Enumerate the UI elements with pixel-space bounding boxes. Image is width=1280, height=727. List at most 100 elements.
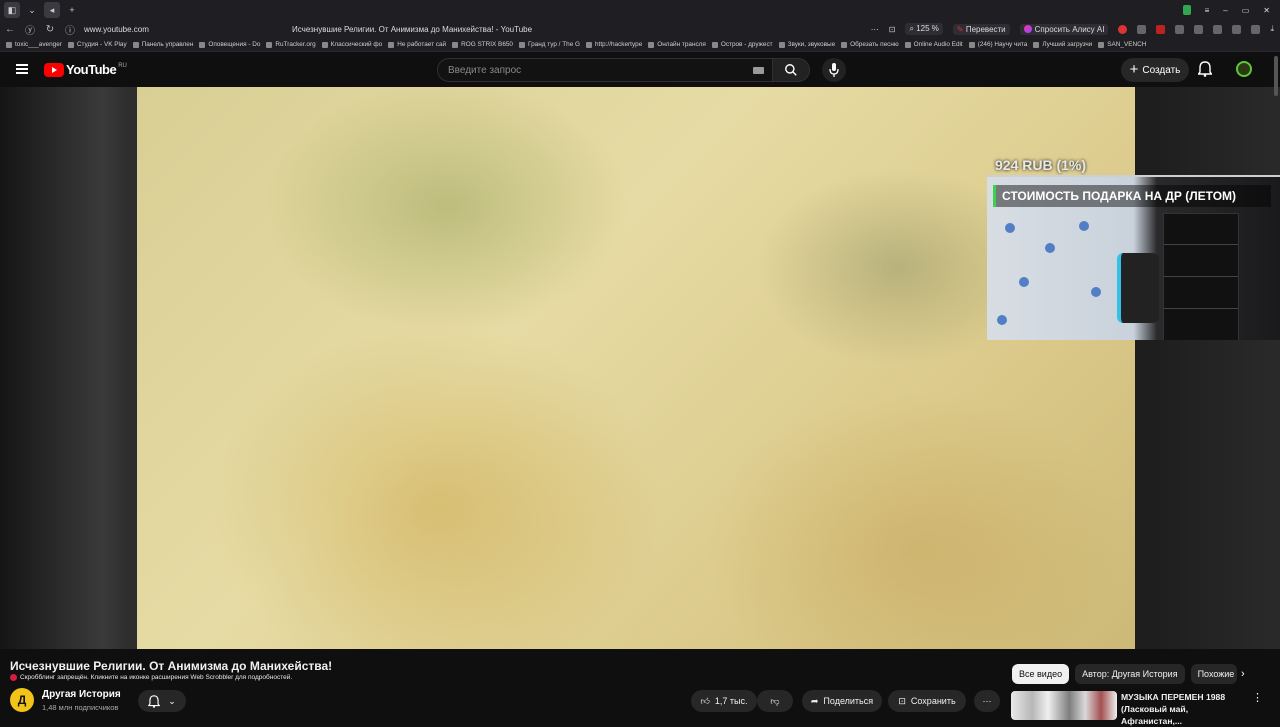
yandex-icon[interactable]: ⓨ xyxy=(20,22,40,37)
alice-button[interactable]: Спросить Алису AI xyxy=(1019,23,1109,35)
bookmark-label: (246) Научу чита xyxy=(977,41,1028,48)
logo-text: YouTube xyxy=(66,62,117,77)
bookmark-favicon-icon xyxy=(586,41,592,48)
extension-icon[interactable] xyxy=(1232,24,1242,34)
search-button[interactable] xyxy=(772,58,810,82)
subscriber-count: 1,48 млн подписчиков xyxy=(42,703,119,712)
notifications-button[interactable] xyxy=(1197,61,1213,82)
extension-icon[interactable] xyxy=(1213,24,1223,34)
search-input[interactable]: Введите запрос xyxy=(437,58,773,82)
site-info-icon[interactable]: ⓘ xyxy=(60,22,80,37)
bookmark-item[interactable]: Оповещения - Do xyxy=(199,41,260,48)
chip-1[interactable]: Автор: Другая История xyxy=(1075,664,1185,684)
scrobbler-notice[interactable]: Скробблинг запрещён. Кликните на иконке … xyxy=(10,674,292,681)
like-button[interactable]: 👍︎ 1,7 тыс. xyxy=(691,690,757,712)
more-icon[interactable]: ⋯ xyxy=(871,25,879,34)
bookmark-label: toxic___avenger xyxy=(15,41,62,48)
bookmark-favicon-icon xyxy=(518,41,525,48)
extension-icon[interactable] xyxy=(1156,24,1166,34)
downloads-icon[interactable]: ⤓ xyxy=(1270,24,1274,34)
video-info: Исчезнувшие Религии. От Анимизма до Мани… xyxy=(0,649,1280,726)
translate-button[interactable]: ✎ Перевести xyxy=(952,23,1010,35)
menu-icon[interactable]: ≡ xyxy=(1205,6,1210,15)
sidebar-toggle-icon[interactable]: ◧ xyxy=(4,2,20,18)
bookmark-item[interactable]: Звуки, звуковые xyxy=(778,41,836,48)
url-field[interactable]: www.youtube.com xyxy=(84,25,149,34)
close-window-icon[interactable]: ✕ xyxy=(1263,6,1270,15)
bookmark-item[interactable]: Лучший загрузчи xyxy=(1033,41,1092,48)
bookmark-item[interactable]: RuTracker.org xyxy=(266,41,316,48)
page-scrollbar[interactable] xyxy=(1274,56,1278,656)
bookmark-item[interactable]: Не работает сай xyxy=(388,41,446,48)
bookmark-label: Online Audio Edit xyxy=(913,41,963,48)
back-icon[interactable]: ← xyxy=(0,24,20,35)
bookmark-item[interactable]: SAN_VENCH xyxy=(1098,41,1146,48)
more-icon: ⋯ xyxy=(982,695,992,706)
plus-icon: + xyxy=(1129,61,1139,78)
bookmark-label: RuTracker.org xyxy=(275,41,316,48)
tab-list-icon[interactable]: ⌄ xyxy=(24,2,40,18)
bookmark-item[interactable]: Online Audio Edit xyxy=(904,41,963,48)
channel-name[interactable]: Другая История xyxy=(42,689,121,700)
extension-icon[interactable] xyxy=(1194,24,1204,34)
chip-0[interactable]: Все видео xyxy=(1012,664,1070,684)
bookmark-favicon-icon xyxy=(452,41,459,48)
bookmark-label: ROG STRIX B650 xyxy=(461,41,513,48)
save-button[interactable]: ⊡ Сохранить xyxy=(888,690,966,712)
extension-icon[interactable] xyxy=(1118,24,1128,34)
bookmark-item[interactable]: Онлайн трансля xyxy=(648,41,706,48)
bookmark-item[interactable]: http://hackertype xyxy=(586,41,642,48)
share-button[interactable]: ➦ Поделиться xyxy=(802,690,882,712)
hamburger-menu-icon[interactable] xyxy=(16,64,28,74)
chip-2[interactable]: Похожие xyxy=(1190,664,1237,684)
voice-search-button[interactable] xyxy=(822,58,846,82)
bookmark-favicon-icon xyxy=(266,41,273,48)
recommended-video-thumbnail[interactable] xyxy=(1011,691,1117,720)
youtube-logo[interactable]: YouTube RU xyxy=(44,62,127,77)
active-tab[interactable]: ◂ xyxy=(44,2,60,18)
reload-icon[interactable]: ↻ xyxy=(40,24,60,35)
restore-icon[interactable]: ▭ xyxy=(1242,6,1250,15)
bookmark-item[interactable]: toxic___avenger xyxy=(6,41,62,48)
bookmark-item[interactable]: Гранд тур / The G xyxy=(518,41,580,48)
keyboard-icon[interactable] xyxy=(753,67,764,74)
bookmark-label: Остров - дружест xyxy=(720,41,773,48)
bookmark-item[interactable]: ROG STRIX B650 xyxy=(452,41,513,48)
extension-icon[interactable] xyxy=(1251,24,1261,34)
chevron-right-icon[interactable]: › xyxy=(1241,668,1245,680)
thumbs-up-icon: 👍︎ xyxy=(700,695,710,706)
scrollbar-thumb[interactable] xyxy=(1274,56,1278,96)
bookmark-favicon-icon xyxy=(904,41,911,48)
minimize-icon[interactable]: – xyxy=(1223,6,1227,15)
kebab-menu-icon[interactable]: ⋮ xyxy=(1252,691,1263,704)
bookmark-label: Оповещения - Do xyxy=(208,41,261,48)
recommended-video-title[interactable]: МУЗЫКА ПЕРЕМЕН 1988 (Ласковый май, Афган… xyxy=(1121,691,1251,727)
bookmark-icon[interactable]: ⊡ xyxy=(889,25,896,34)
profile-icon[interactable] xyxy=(1182,5,1191,15)
bookmark-favicon-icon xyxy=(841,41,848,48)
extension-icon[interactable] xyxy=(1175,24,1185,34)
extension-icon[interactable] xyxy=(1137,24,1147,34)
wallpaper-pattern xyxy=(1091,287,1101,297)
search-placeholder: Введите запрос xyxy=(448,64,522,76)
dislike-button[interactable]: 👎︎ xyxy=(757,690,793,712)
avatar[interactable] xyxy=(1236,61,1252,77)
zoom-indicator[interactable]: ⌕ 125 % xyxy=(905,23,943,35)
bookmark-label: Панель управлен xyxy=(141,41,194,48)
bookmark-item[interactable]: Панель управлен xyxy=(132,41,194,48)
bookmark-item[interactable]: Остров - дружест xyxy=(711,41,773,48)
new-tab-icon[interactable]: + xyxy=(64,2,80,18)
like-count: 1,7 тыс. xyxy=(714,696,748,706)
create-button[interactable]: + Создать xyxy=(1121,58,1189,82)
bookmark-item[interactable]: Студия - VK Play xyxy=(67,41,127,48)
bookmark-label: Звуки, звуковые xyxy=(787,41,836,48)
subscription-button[interactable]: ⌄ xyxy=(138,690,186,712)
bookmark-item[interactable]: Обрезать песню xyxy=(841,41,899,48)
bookmark-label: SAN_VENCH xyxy=(1107,41,1147,48)
bookmark-item[interactable]: (246) Научу чита xyxy=(968,41,1028,48)
bookmark-favicon-icon xyxy=(968,41,975,48)
more-actions-button[interactable]: ⋯ xyxy=(974,690,1000,712)
bookmark-item[interactable]: Классический фо xyxy=(321,41,382,48)
channel-avatar[interactable]: Д xyxy=(10,688,34,712)
video-player[interactable] xyxy=(137,87,1135,649)
